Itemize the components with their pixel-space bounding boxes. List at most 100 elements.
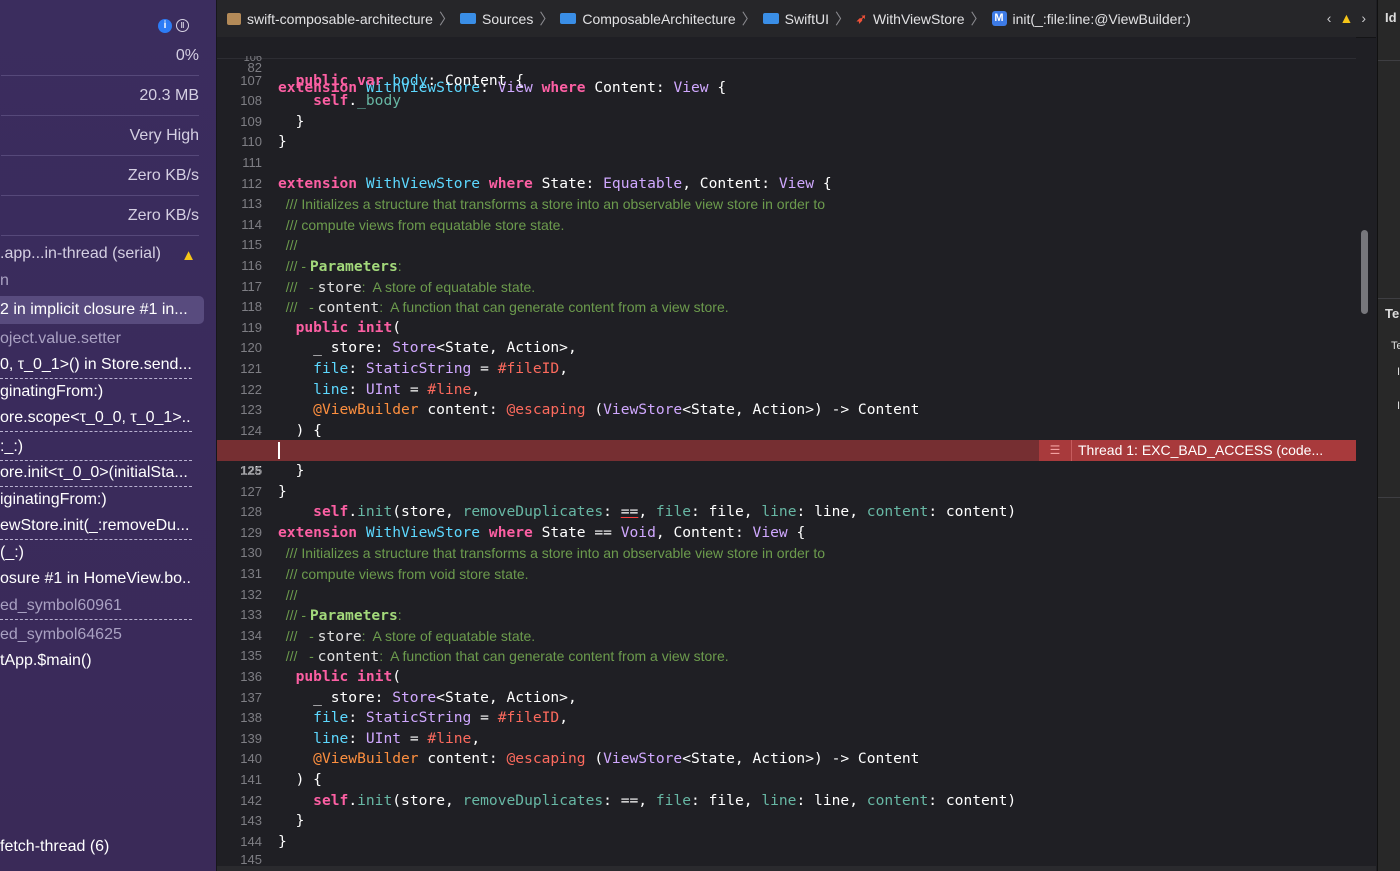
breadcrumb-package[interactable]: swift-composable-architecture: [227, 11, 433, 27]
memory-gauge[interactable]: 20.3 MB: [1, 87, 199, 116]
vertical-scrollbar[interactable]: [1361, 230, 1368, 314]
code-line[interactable]: 107 public var body: Content {: [217, 71, 1356, 92]
cpu-gauge[interactable]: 0%: [1, 47, 199, 76]
code-line[interactable]: 112 extension WithViewStore where State: …: [217, 174, 1356, 195]
code-text: }: [278, 112, 305, 130]
chevron-right-icon[interactable]: ›: [1361, 10, 1366, 26]
chevron-right-icon: 〉: [741, 11, 757, 28]
code-text: /// Initializes a structure that transfo…: [278, 545, 826, 562]
code-line[interactable]: 111: [217, 153, 1356, 174]
code-line[interactable]: 113 /// Initializes a structure that tra…: [217, 194, 1356, 215]
thread-row[interactable]: fetch-thread (6): [0, 838, 192, 860]
code-line[interactable]: 132 ///: [217, 585, 1356, 606]
code-line[interactable]: 137 _ store: Store<State, Action>,: [217, 688, 1356, 709]
code-line[interactable]: 122 line: UInt = #line,: [217, 380, 1356, 401]
stack-frame[interactable]: :_:): [0, 438, 192, 461]
code-line[interactable]: 108 self._body: [217, 91, 1356, 112]
code-line[interactable]: 141 ) {: [217, 770, 1356, 791]
stack-frame[interactable]: ore.scope<τ_0_0, τ_0_1>...: [0, 409, 192, 432]
code-line[interactable]: 123 @ViewBuilder content: @escaping (Vie…: [217, 400, 1356, 421]
stack-frame[interactable]: oject.value.setter: [0, 330, 192, 352]
code-line[interactable]: 119 public init(: [217, 318, 1356, 339]
code-text: public init(: [295, 667, 402, 685]
code-line[interactable]: 139 line: UInt = #line,: [217, 729, 1356, 750]
line-number: 133: [240, 607, 262, 623]
breadcrumb-label: init(_:file:line:@ViewBuilder:): [1012, 10, 1191, 27]
error-annotation[interactable]: ☰ Thread 1: EXC_BAD_ACCESS (code...: [1039, 440, 1356, 461]
code-line[interactable]: 135 /// - content: A function that can g…: [217, 646, 1356, 667]
code-line[interactable]: 126 }: [217, 461, 1356, 482]
code-line[interactable]: 138 file: StaticString = #fileID,: [217, 708, 1356, 729]
code-line[interactable]: 136 public init(: [217, 667, 1356, 688]
code-text: /// - content: A function that can gener…: [278, 648, 729, 666]
line-number: 130: [240, 545, 262, 561]
error-code-line[interactable]: 125 self.init(store, removeDuplicates: =…: [217, 440, 1356, 520]
code-line[interactable]: 131 /// compute views from void store st…: [217, 564, 1356, 585]
breadcrumb-symbol[interactable]: M init(_:file:line:@ViewBuilder:): [991, 10, 1191, 27]
code-line[interactable]: 110}: [217, 132, 1356, 153]
line-number: 114: [241, 216, 262, 232]
breadcrumb-label: SwiftUI: [784, 10, 830, 27]
code-text: _ store: Store<State, Action>,: [278, 339, 577, 357]
energy-gauge[interactable]: Very High: [1, 127, 199, 156]
code-line[interactable]: 116 /// - Parameters:: [217, 256, 1356, 277]
info-icon[interactable]: i: [158, 19, 172, 33]
code-line[interactable]: 121 file: StaticString = #fileID,: [217, 359, 1356, 380]
breadcrumb-folder[interactable]: ComposableArchitecture: [560, 10, 736, 27]
stack-frame[interactable]: 0, τ_0_1>() in Store.send...: [0, 356, 192, 379]
breadcrumb-file[interactable]: ➶ WithViewStore: [856, 11, 964, 27]
stack-frame[interactable]: tApp.$main(): [0, 652, 192, 674]
code-line[interactable]: 133 /// - Parameters:: [217, 605, 1356, 626]
stack-frame[interactable]: ed_symbol60961: [0, 597, 192, 620]
source-editor[interactable]: swift-composable-architecture 〉 Sources …: [217, 0, 1376, 871]
stack-frame[interactable]: ewStore.init(_:removeDu...: [0, 517, 192, 540]
stack-frame[interactable]: n: [0, 272, 192, 294]
stack-frame-selected[interactable]: 2 in implicit closure #1 in...: [0, 296, 204, 324]
code-line[interactable]: 118 /// - content: A function that can g…: [217, 297, 1356, 318]
chevron-right-icon: 〉: [438, 11, 454, 28]
stack-frame[interactable]: ginatingFrom:): [0, 383, 192, 405]
code-line[interactable]: 129 extension WithViewStore where State =…: [217, 523, 1356, 544]
thread-row[interactable]: .app...in-thread (serial): [0, 245, 192, 267]
code-text: /// compute views from void store state.: [278, 565, 529, 582]
breadcrumb-folder[interactable]: Sources: [459, 11, 533, 27]
chevron-left-icon[interactable]: ‹: [1327, 10, 1332, 26]
code-line[interactable]: 127}: [217, 482, 1356, 503]
code-line[interactable]: 128: [217, 502, 1356, 523]
stack-frame[interactable]: iginatingFrom:): [0, 491, 192, 513]
pause-icon[interactable]: ‖: [176, 19, 189, 32]
disk-gauge[interactable]: Zero KB/s: [1, 167, 199, 196]
code-text: /// - Parameters:: [278, 607, 402, 625]
jump-bar: swift-composable-architecture 〉 Sources …: [217, 0, 1376, 38]
code-line[interactable]: 134 /// - store: A store of equatable st…: [217, 626, 1356, 647]
code-line[interactable]: 145: [217, 850, 1356, 866]
code-line[interactable]: 124 ) {: [217, 421, 1356, 442]
code-line[interactable]: 140 @ViewBuilder content: @escaping (Vie…: [217, 749, 1356, 770]
line-number: 126: [240, 462, 262, 478]
code-text: line: UInt = #line,: [313, 380, 481, 398]
stack-frame[interactable]: (_:): [0, 544, 192, 566]
line-number: 123: [240, 402, 262, 418]
editor-bottom-bar: [217, 866, 1376, 871]
network-gauge[interactable]: Zero KB/s: [1, 207, 199, 236]
breadcrumb-label: swift-composable-architecture: [247, 10, 433, 27]
code-text: /// - content: A function that can gener…: [278, 299, 729, 317]
code-line[interactable]: 114 /// compute views from equatable sto…: [217, 215, 1356, 236]
stack-frame[interactable]: ed_symbol64625: [0, 626, 192, 648]
stack-frame[interactable]: osure #1 in HomeView.bo...: [0, 570, 192, 592]
code-line[interactable]: 130 /// Initializes a structure that tra…: [217, 543, 1356, 564]
code-text: /// Initializes a structure that transfo…: [278, 196, 826, 213]
breadcrumb-folder[interactable]: SwiftUI: [762, 10, 830, 27]
stack-frame[interactable]: ore.init<τ_0_0>(initialSta...: [0, 464, 192, 487]
line-number: 107: [240, 72, 262, 88]
warning-icon[interactable]: ▲: [1339, 10, 1353, 26]
code-line[interactable]: 143 }: [217, 811, 1356, 832]
code-line[interactable]: 109 }: [217, 112, 1356, 133]
code-line[interactable]: 120 _ store: Store<State, Action>,: [217, 338, 1356, 359]
code-line[interactable]: 142 self.init(store, removeDuplicates: =…: [217, 791, 1356, 812]
inspector-pane: Id Te Te I I: [1377, 0, 1400, 871]
swift-file-icon: ➶: [856, 10, 867, 26]
breadcrumb-label: ComposableArchitecture: [582, 10, 736, 27]
code-line[interactable]: 115 ///: [217, 235, 1356, 256]
code-line[interactable]: 117 /// - store: A store of equatable st…: [217, 277, 1356, 298]
